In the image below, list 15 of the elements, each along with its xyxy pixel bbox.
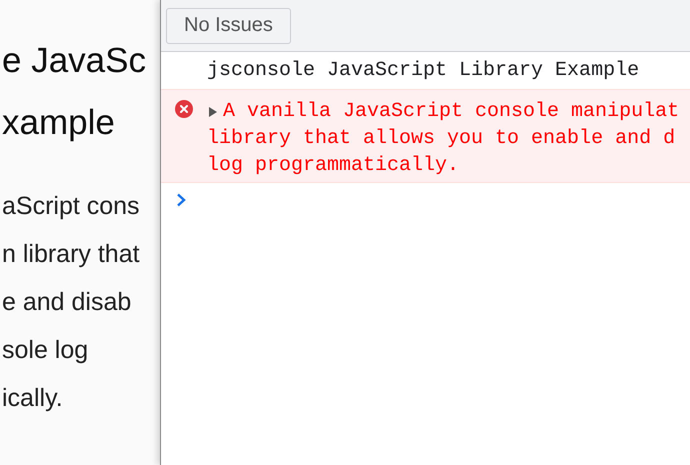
page-heading-line: xample bbox=[1, 102, 116, 144]
page-text-line: aScript cons bbox=[1, 191, 141, 222]
error-text: A vanilla JavaScript console manipulat bbox=[223, 99, 680, 125]
error-icon bbox=[175, 100, 193, 118]
log-text: jsconsole JavaScript Library Example bbox=[207, 60, 640, 82]
issues-button[interactable]: No Issues bbox=[166, 8, 291, 44]
expand-triangle-icon[interactable] bbox=[207, 106, 219, 118]
page-text-line: sole log bbox=[1, 335, 90, 366]
page-text-line: ically. bbox=[1, 383, 64, 414]
prompt-chevron-icon[interactable] bbox=[176, 193, 186, 207]
error-text: log programmatically. bbox=[207, 153, 460, 179]
page-heading-line: e JavaSc bbox=[1, 40, 147, 82]
page-text-line: e and disab bbox=[1, 287, 132, 318]
page-text-line: n library that bbox=[1, 239, 141, 270]
error-text: library that allows you to enable and d bbox=[207, 126, 676, 152]
